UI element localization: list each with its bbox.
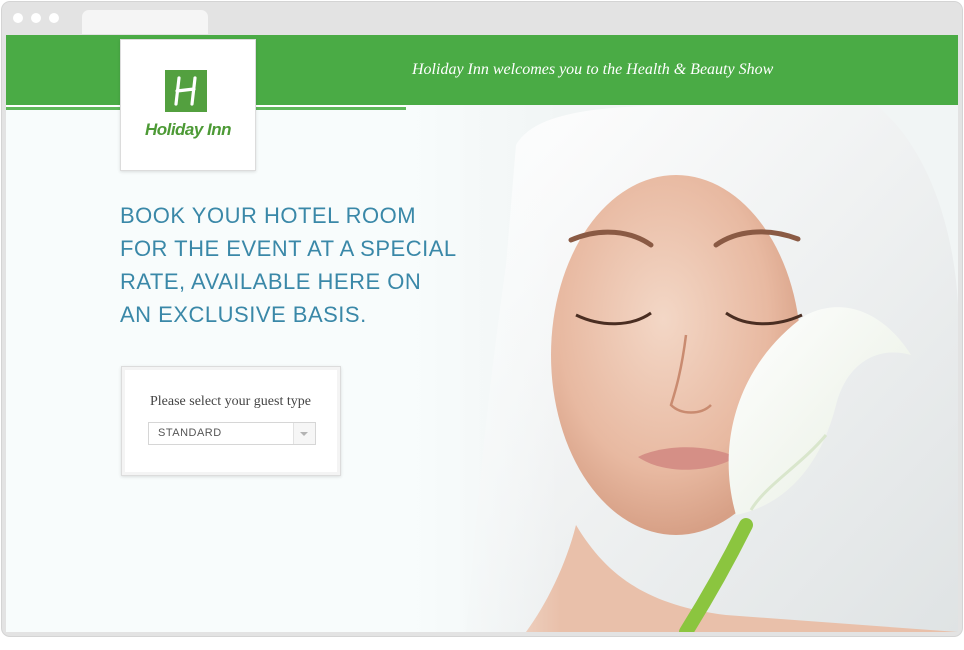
browser-tab[interactable] — [82, 10, 208, 34]
page-viewport: Holiday Inn welcomes you to the Health &… — [6, 35, 958, 632]
welcome-message: Holiday Inn welcomes you to the Health &… — [412, 61, 774, 78]
guest-type-label: Please select your guest type — [150, 394, 311, 409]
headline-line: FOR THE EVENT AT A SPECIAL — [120, 236, 457, 261]
window-dot-icon[interactable] — [13, 13, 23, 23]
window-dot-icon[interactable] — [49, 13, 59, 23]
headline-line: AN EXCLUSIVE BASIS. — [120, 302, 367, 327]
browser-chrome — [2, 2, 962, 34]
chevron-down-icon[interactable] — [293, 423, 315, 444]
holiday-inn-logo[interactable]: Holiday Inn — [120, 39, 256, 171]
logo-wordmark: Holiday Inn — [144, 120, 232, 139]
guest-type-select[interactable]: STANDARD — [148, 422, 316, 445]
holiday-inn-h-icon — [165, 70, 207, 112]
browser-window: Holiday Inn welcomes you to the Health &… — [2, 2, 962, 636]
guest-type-selected-value: STANDARD — [158, 427, 222, 439]
hero-headline: BOOK YOUR HOTEL ROOM FOR THE EVENT AT A … — [120, 199, 480, 331]
headline-line: RATE, AVAILABLE HERE ON — [120, 269, 422, 294]
hero-image — [406, 105, 958, 632]
headline-line: BOOK YOUR HOTEL ROOM — [120, 203, 417, 228]
guest-type-form: Please select your guest type STANDARD — [121, 366, 341, 476]
window-dot-icon[interactable] — [31, 13, 41, 23]
